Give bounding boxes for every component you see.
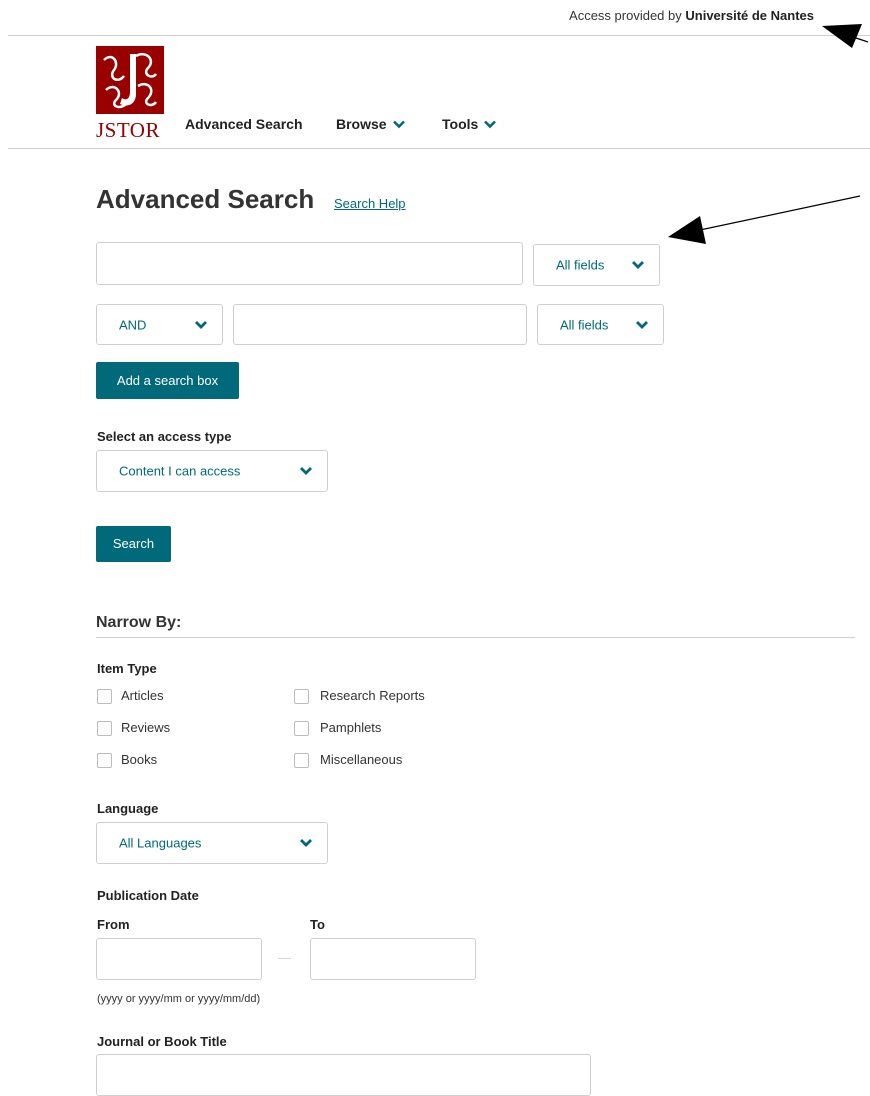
journal-title-input[interactable] [96, 1054, 591, 1096]
page-title: Advanced Search [96, 184, 315, 214]
chevron-down-icon [636, 320, 648, 329]
checkbox-label: Reviews [121, 720, 171, 735]
field-select-1[interactable]: All fields [533, 244, 660, 286]
search-button[interactable]: Search [96, 526, 171, 562]
checkbox-pamphlets[interactable] [294, 721, 309, 736]
search-input-1[interactable] [96, 242, 523, 285]
checkbox-books[interactable] [97, 753, 112, 768]
nav-tools[interactable]: Tools [442, 116, 497, 132]
checkbox-label: Articles [121, 688, 164, 703]
field-select-2[interactable]: All fields [537, 304, 664, 345]
access-type-label: Select an access type [97, 429, 232, 444]
access-provided-text: Access provided by Université de Nantes [569, 8, 814, 23]
date-to-label: To [310, 917, 325, 932]
journal-title-label: Journal or Book Title [97, 1034, 227, 1049]
checkbox-label: Research Reports [320, 688, 425, 703]
checkbox-research-reports[interactable] [294, 689, 309, 704]
narrow-by-divider [96, 637, 855, 638]
chevron-down-icon [300, 467, 312, 475]
top-divider [8, 35, 870, 36]
date-format-hint: (yyyy or yyyy/mm or yyyy/mm/dd) [97, 993, 261, 1005]
date-from-label: From [97, 917, 130, 932]
nav-advanced-search[interactable]: Advanced Search [185, 116, 303, 132]
checkbox-reviews[interactable] [97, 721, 112, 736]
search-help-link[interactable]: Search Help [334, 196, 406, 211]
header-divider [8, 148, 870, 149]
checkbox-label: Miscellaneous [320, 752, 403, 767]
language-label: Language [97, 801, 159, 816]
chevron-down-icon [632, 261, 644, 269]
chevron-down-icon [300, 839, 312, 847]
jstor-logo-icon [96, 46, 164, 114]
checkbox-miscellaneous[interactable] [294, 753, 309, 768]
chevron-down-icon [195, 320, 207, 329]
date-separator: — [278, 950, 291, 965]
operator-select[interactable]: AND [96, 304, 223, 345]
institution-name: Université de Nantes [685, 8, 814, 23]
annotation-arrow-icon [668, 195, 861, 244]
jstor-wordmark: JSTOR [96, 118, 160, 142]
date-from-input[interactable] [96, 938, 262, 980]
access-type-select[interactable]: Content I can access [96, 450, 328, 492]
chevron-down-icon [484, 116, 497, 132]
annotation-arrow-icon [822, 24, 869, 48]
narrow-by-title: Narrow By: [96, 614, 182, 631]
checkbox-label: Pamphlets [320, 720, 382, 735]
search-input-2[interactable] [233, 304, 527, 345]
language-select[interactable]: All Languages [96, 822, 328, 864]
checkbox-articles[interactable] [97, 689, 112, 704]
chevron-down-icon [392, 116, 405, 132]
jstor-logo[interactable]: JSTOR [96, 46, 164, 146]
date-to-input[interactable] [310, 938, 476, 980]
checkbox-label: Books [121, 752, 158, 767]
nav-browse[interactable]: Browse [336, 116, 405, 132]
item-type-label: Item Type [97, 661, 157, 676]
publication-date-label: Publication Date [97, 888, 199, 903]
add-search-box-button[interactable]: Add a search box [96, 362, 239, 399]
